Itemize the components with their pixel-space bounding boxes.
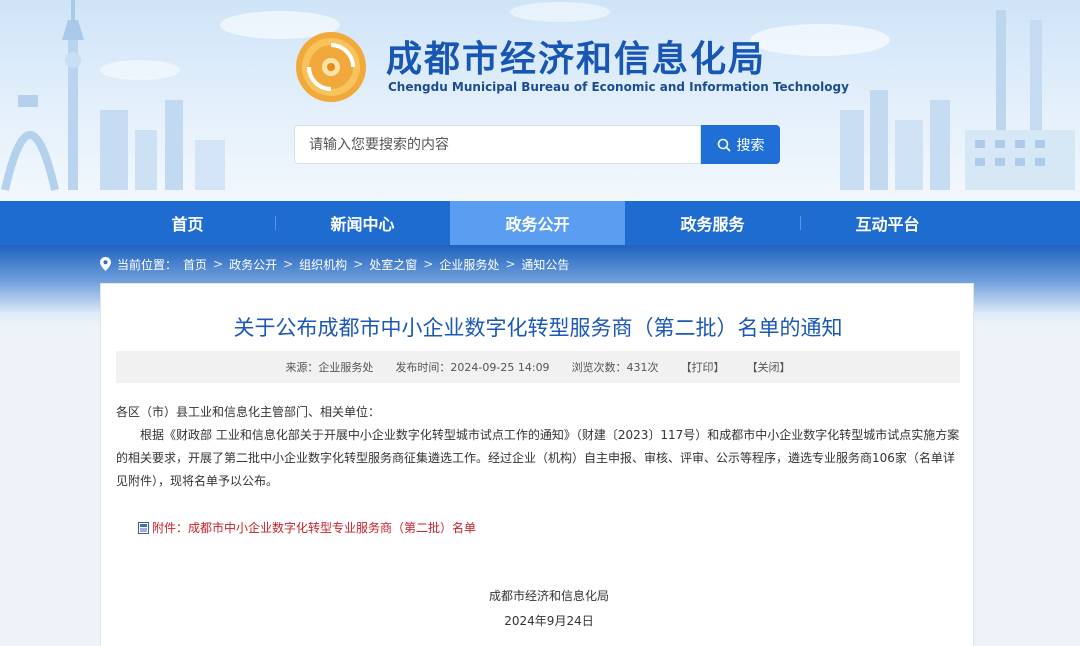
main-nav: 首页 新闻中心 政务公开 政务服务 互动平台 bbox=[0, 201, 1080, 245]
search-input[interactable] bbox=[294, 125, 701, 164]
breadcrumb-prefix: 当前位置： bbox=[117, 257, 178, 272]
search-button[interactable]: 搜索 bbox=[701, 125, 780, 164]
bureau-emblem-icon bbox=[296, 32, 366, 102]
article-meta-bar: 来源：企业服务处 发布时间：2024-09-25 14:09 浏览次数：431次… bbox=[116, 351, 960, 383]
article-title: 关于公布成都市中小企业数字化转型服务商（第二批）名单的通知 bbox=[233, 316, 843, 340]
nav-item-interaction[interactable]: 互动平台 bbox=[800, 201, 975, 245]
attachment-link[interactable]: 附件：成都市中小企业数字化转型专业服务商（第二批）名单 bbox=[138, 519, 476, 536]
breadcrumb-separator: > bbox=[505, 257, 516, 271]
meta-published: 发布时间：2024-09-25 14:09 bbox=[395, 361, 550, 374]
breadcrumb-separator: > bbox=[353, 257, 364, 271]
site-subtitle: Chengdu Municipal Bureau of Economic and… bbox=[388, 80, 849, 94]
nav-item-news[interactable]: 新闻中心 bbox=[275, 201, 450, 245]
attachment-label: 附件：成都市中小企业数字化转型专业服务商（第二批）名单 bbox=[152, 521, 477, 535]
close-link[interactable]: 【关闭】 bbox=[747, 359, 791, 375]
nav-item-gov-affairs[interactable]: 政务公开 bbox=[450, 201, 625, 245]
nav-item-home[interactable]: 首页 bbox=[100, 201, 275, 245]
breadcrumb-departments[interactable]: 处室之窗 bbox=[369, 256, 417, 273]
meta-source: 来源：企业服务处 bbox=[285, 361, 374, 374]
article-signature: 成都市经济和信息化局 bbox=[488, 589, 609, 603]
breadcrumb-separator: > bbox=[283, 257, 294, 271]
site-title: 成都市经济和信息化局 bbox=[386, 39, 767, 80]
breadcrumb-gov-affairs[interactable]: 政务公开 bbox=[229, 256, 277, 273]
site-header: 成都市经济和信息化局 Chengdu Municipal Bureau of E… bbox=[0, 0, 1080, 201]
article-paragraph: 根据《财政部 工业和信息化部关于开展中小企业数字化转型城市试点工作的通知》（财建… bbox=[116, 428, 960, 488]
print-link[interactable]: 【打印】 bbox=[681, 359, 725, 375]
document-icon bbox=[138, 521, 149, 534]
meta-views: 浏览次数：431次 bbox=[571, 361, 659, 374]
breadcrumb-notices[interactable]: 通知公告 bbox=[521, 256, 569, 273]
nav-item-gov-services[interactable]: 政务服务 bbox=[625, 201, 800, 245]
breadcrumb: 当前位置： 首页 > 政务公开 > 组织机构 > 处室之窗 > 企业服务处 > … bbox=[100, 255, 569, 273]
article-date: 2024年9月24日 bbox=[504, 614, 594, 628]
article-salutation: 各区（市）县工业和信息化主管部门、相关单位： bbox=[116, 405, 381, 419]
location-pin-icon bbox=[100, 257, 111, 271]
search-button-label: 搜索 bbox=[736, 137, 765, 154]
breadcrumb-home[interactable]: 首页 bbox=[183, 256, 207, 273]
article-panel: 关于公布成都市中小企业数字化转型服务商（第二批）名单的通知 来源：企业服务处 发… bbox=[100, 283, 974, 646]
search-icon bbox=[717, 138, 731, 152]
breadcrumb-enterprise-service[interactable]: 企业服务处 bbox=[439, 256, 499, 273]
breadcrumb-separator: > bbox=[213, 257, 224, 271]
breadcrumb-separator: > bbox=[423, 257, 434, 271]
article-body: 各区（市）县工业和信息化主管部门、相关单位： 根据《财政部 工业和信息化部关于开… bbox=[116, 401, 960, 493]
breadcrumb-organization[interactable]: 组织机构 bbox=[299, 256, 347, 273]
